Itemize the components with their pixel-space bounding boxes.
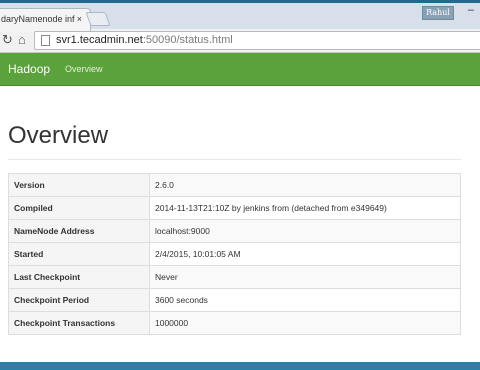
url-path: :50090/status.html bbox=[142, 34, 233, 46]
row-key: Checkpoint Period bbox=[8, 288, 150, 312]
nav-link-overview[interactable]: Overview bbox=[65, 64, 103, 74]
tab-strip: daryNamenode info × Rahul – bbox=[0, 0, 480, 32]
refresh-icon[interactable]: ↻ bbox=[2, 32, 13, 48]
row-key: NameNode Address bbox=[8, 219, 150, 243]
row-value: 3600 seconds bbox=[149, 288, 461, 312]
row-value: 2014-11-13T21:10Z by jenkins from (detac… bbox=[149, 196, 461, 220]
user-profile-badge[interactable]: Rahul bbox=[422, 6, 454, 20]
main-content: Overview Version 2.6.0 Compiled 2014-11-… bbox=[0, 86, 480, 362]
hadoop-navbar: Hadoop Overview bbox=[0, 53, 480, 86]
tab-title: daryNamenode info bbox=[1, 14, 75, 24]
tab-close-icon[interactable]: × bbox=[77, 14, 82, 24]
row-value: Never bbox=[149, 265, 461, 289]
page-title: Overview bbox=[8, 122, 109, 149]
table-row: Checkpoint Period 3600 seconds bbox=[8, 288, 461, 312]
new-tab-button[interactable] bbox=[85, 12, 111, 26]
browser-toolbar: ↻ ⌂ svr1.tecadmin.net:50090/status.html bbox=[0, 29, 480, 53]
window-bottom-frame bbox=[0, 362, 480, 370]
table-row: Started 2/4/2015, 10:01:05 AM bbox=[8, 242, 461, 266]
row-key: Started bbox=[8, 242, 150, 266]
table-row: Last Checkpoint Never bbox=[8, 265, 461, 289]
title-divider bbox=[8, 159, 461, 160]
url-text[interactable]: svr1.tecadmin.net:50090/status.html bbox=[56, 34, 233, 46]
table-row: Compiled 2014-11-13T21:10Z by jenkins fr… bbox=[8, 196, 461, 220]
info-table: Version 2.6.0 Compiled 2014-11-13T21:10Z… bbox=[8, 173, 461, 335]
page-icon bbox=[41, 35, 50, 46]
home-icon[interactable]: ⌂ bbox=[18, 32, 26, 47]
minimize-button[interactable]: – bbox=[468, 4, 474, 16]
table-row: NameNode Address localhost:9000 bbox=[8, 219, 461, 243]
row-key: Compiled bbox=[8, 196, 150, 220]
row-value: 1000000 bbox=[149, 311, 461, 335]
url-host: svr1.tecadmin.net bbox=[56, 34, 143, 46]
brand-link[interactable]: Hadoop bbox=[8, 62, 50, 76]
row-key: Version bbox=[8, 173, 150, 197]
row-value: 2.6.0 bbox=[149, 173, 461, 197]
table-row: Version 2.6.0 bbox=[8, 173, 461, 197]
row-key: Checkpoint Transactions bbox=[8, 311, 150, 335]
browser-chrome: daryNamenode info × Rahul – ↻ ⌂ svr1.tec… bbox=[0, 0, 480, 53]
table-row: Checkpoint Transactions 1000000 bbox=[8, 311, 461, 335]
row-key: Last Checkpoint bbox=[8, 265, 150, 289]
address-bar[interactable]: svr1.tecadmin.net:50090/status.html bbox=[34, 31, 480, 50]
row-value: 2/4/2015, 10:01:05 AM bbox=[149, 242, 461, 266]
row-value: localhost:9000 bbox=[149, 219, 461, 243]
